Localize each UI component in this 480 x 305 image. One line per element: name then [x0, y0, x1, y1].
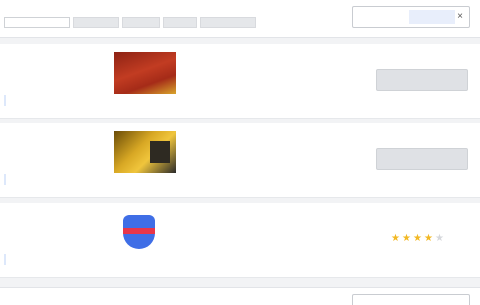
star-icon: ★ — [391, 233, 400, 244]
tab-5[interactable] — [200, 17, 256, 28]
list-item: ★ ★ ★ ★ ★ — [0, 203, 480, 278]
star-rating: ★ ★ ★ ★ ★ — [390, 233, 445, 244]
product-image[interactable] — [114, 131, 176, 173]
search-box: × — [352, 6, 470, 28]
shield-logo-icon[interactable] — [114, 211, 176, 253]
search-button[interactable] — [409, 10, 455, 24]
star-icon: ★ — [424, 233, 433, 244]
action-button[interactable] — [376, 148, 468, 170]
price-label — [378, 132, 466, 143]
action-button[interactable] — [376, 69, 468, 91]
price-label — [378, 53, 466, 64]
seller-link[interactable] — [4, 95, 6, 106]
tab-2[interactable] — [73, 17, 119, 28]
tab-4[interactable] — [163, 17, 197, 28]
tab-1[interactable] — [4, 17, 70, 28]
product-image-detail — [150, 141, 170, 163]
seller-link[interactable] — [4, 254, 6, 265]
next-section-header — [0, 287, 480, 305]
star-icon: ★ — [413, 233, 422, 244]
rating-label — [376, 216, 464, 227]
search-input[interactable] — [357, 11, 407, 23]
seller-link[interactable] — [4, 174, 6, 185]
tab-3[interactable] — [122, 17, 160, 28]
list-item — [0, 44, 480, 119]
search-input[interactable] — [352, 294, 470, 305]
list-item — [0, 123, 480, 198]
top-bar: × — [0, 0, 480, 38]
star-icon: ★ — [435, 233, 444, 244]
star-icon: ★ — [402, 233, 411, 244]
product-image[interactable] — [114, 52, 176, 94]
close-icon[interactable]: × — [455, 10, 465, 24]
tab-bar — [4, 17, 259, 28]
shield-band — [123, 228, 155, 234]
